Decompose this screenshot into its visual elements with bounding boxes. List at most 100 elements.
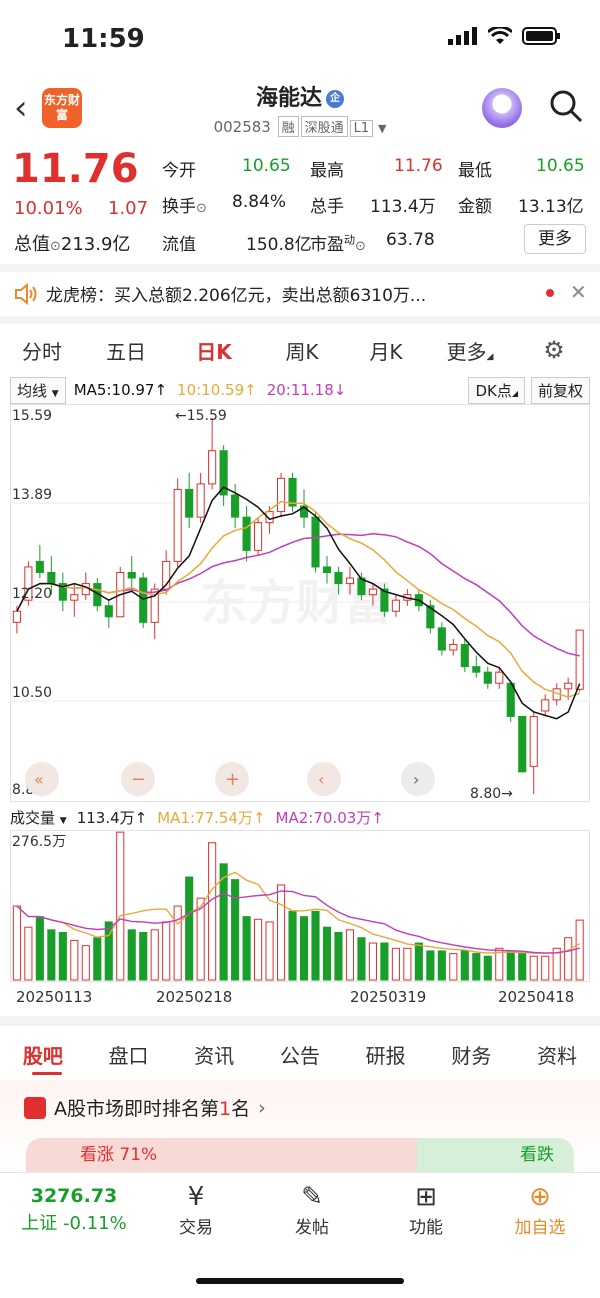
search-icon[interactable] — [548, 88, 584, 128]
tab-research[interactable]: 研报 — [366, 1040, 406, 1069]
change-amount: 1.07 — [108, 198, 149, 219]
nav-functions[interactable]: ⊞ 功能 — [386, 1181, 466, 1238]
chart-controls: « − + ‹ › — [25, 762, 435, 796]
kline-chart[interactable]: 东方财富 15.59 13.89 12.20 10.50 8.80 ←15.59… — [10, 404, 590, 802]
nav-add-watchlist[interactable]: ⊕ 加自选 — [500, 1181, 580, 1238]
volume-bar — [472, 953, 481, 981]
dragon-tiger-notice[interactable]: 龙虎榜：买入总额2.206亿元，卖出总额6310万... — [14, 281, 426, 306]
tab-intraday[interactable]: 分时 — [0, 336, 84, 365]
y-axis-label: 15.59 — [12, 408, 52, 424]
market-cap-label: 总值 — [14, 234, 50, 255]
vol-max-label: 276.5万 — [12, 834, 66, 850]
volume-bar — [81, 945, 90, 981]
market-cap: 总值⊙213.9亿 — [14, 234, 131, 255]
volume-bar — [391, 947, 400, 981]
tab-profile[interactable]: 资料 — [537, 1040, 577, 1069]
open-value: 10.65 — [242, 156, 291, 176]
volume-bar — [162, 921, 171, 981]
volume-bar — [93, 937, 102, 981]
volume-bar — [185, 876, 194, 981]
tab-more[interactable]: 更多◢ — [428, 336, 512, 365]
tab-monthly-k[interactable]: 月K — [344, 336, 428, 365]
signal-icon — [448, 27, 477, 45]
divider — [0, 264, 600, 272]
tab-weekly-k[interactable]: 周K — [260, 336, 344, 365]
nav-post[interactable]: ✎ 发帖 — [272, 1181, 352, 1238]
volume-bar — [116, 831, 125, 981]
high-label: 最高 — [310, 161, 344, 181]
volume-bar — [357, 937, 366, 981]
nav-trade[interactable]: ¥ 交易 — [156, 1181, 236, 1238]
candle-body — [322, 566, 332, 573]
volume-bar — [288, 910, 297, 981]
y-axis-label: 12.20 — [12, 586, 52, 602]
candle-body — [208, 450, 217, 485]
ma5-value: MA5:10.97↑ — [73, 381, 168, 399]
tab-financials[interactable]: 财务 — [451, 1040, 491, 1069]
gear-icon[interactable]: ⚙ — [512, 336, 596, 364]
volume-bar — [24, 926, 33, 981]
candle-body — [564, 682, 573, 690]
connect-badge: 深股通 — [300, 116, 348, 137]
rank-text: A股市场即时排名第 — [54, 1098, 219, 1120]
status-icons — [448, 26, 562, 46]
last-price: 11.76 — [12, 146, 139, 192]
volume-selector[interactable]: 成交量 ▼ — [10, 807, 67, 828]
volume-bar — [208, 842, 217, 981]
volume-bar — [299, 916, 309, 981]
volume-bar — [564, 937, 573, 981]
tab-news[interactable]: 资讯 — [194, 1040, 234, 1069]
assistant-robot-icon[interactable] — [482, 88, 522, 128]
close-icon[interactable]: ✕ — [570, 280, 587, 304]
candle-body — [541, 699, 550, 712]
home-indicator — [196, 1278, 404, 1284]
candle-body — [70, 594, 79, 601]
dk-point-button[interactable]: DK点◢ — [468, 376, 525, 404]
tab-daily-k[interactable]: 日K — [168, 336, 260, 365]
candle-body — [12, 610, 21, 623]
more-quote-button[interactable]: 更多 — [524, 224, 586, 254]
yuan-cycle-icon: ¥ — [187, 1182, 205, 1212]
candle-body — [391, 599, 400, 612]
pe-label: 市盈动⊙ — [310, 233, 366, 255]
edit-icon: ✎ — [301, 1182, 323, 1212]
pe-value: 63.78 — [386, 230, 435, 250]
volume-value: 113.4万↑ — [76, 808, 148, 827]
rank-suffix: 名 — [231, 1098, 251, 1120]
chevron-right-icon: › — [413, 770, 419, 789]
tab-announcements[interactable]: 公告 — [280, 1040, 320, 1069]
bullish-button[interactable]: 看涨 71% — [26, 1138, 417, 1172]
chevron-right-icon: › — [258, 1096, 266, 1119]
index-value: 3276.73 — [30, 1185, 118, 1207]
y-axis-label: 13.89 — [12, 487, 52, 503]
tab-forum[interactable]: 股吧 — [23, 1040, 63, 1069]
candle-body — [460, 643, 469, 668]
index-ticker[interactable]: 3276.73 上证 -0.11% — [14, 1185, 134, 1235]
battery-icon — [522, 27, 560, 45]
tab-five-day[interactable]: 五日 — [84, 336, 168, 365]
vol-ma1: MA1:77.54万↑ — [157, 808, 266, 827]
active-tab-indicator — [32, 1072, 62, 1075]
indicator-selector[interactable]: 均线 ▼ — [10, 376, 66, 404]
volume-bar — [35, 916, 44, 981]
volume-bar — [460, 950, 469, 981]
candle-body — [472, 666, 481, 673]
stock-name-text: 海能达 — [255, 86, 322, 111]
volume-bar — [518, 953, 527, 981]
bearish-button[interactable]: 看跌 — [416, 1138, 574, 1172]
volume-bar — [529, 955, 538, 981]
level-badge: L1 — [349, 120, 374, 137]
candle-body — [231, 494, 240, 518]
tab-orderbook[interactable]: 盘口 — [109, 1040, 149, 1069]
adjust-button[interactable]: 前复权 — [530, 376, 590, 404]
volume-chart[interactable]: 276.5万 — [10, 830, 590, 982]
candle-body — [185, 488, 194, 518]
float-cap-label: 流值 — [162, 235, 196, 255]
candle-body — [529, 715, 538, 767]
volume-bar — [426, 950, 435, 981]
low-value: 10.65 — [536, 156, 585, 176]
rank-link[interactable]: A股市场即时排名第1名 › — [24, 1094, 266, 1121]
rank-chart-icon — [24, 1096, 46, 1119]
min-price-note: 8.80→ — [470, 786, 513, 802]
candle-body — [575, 629, 584, 690]
